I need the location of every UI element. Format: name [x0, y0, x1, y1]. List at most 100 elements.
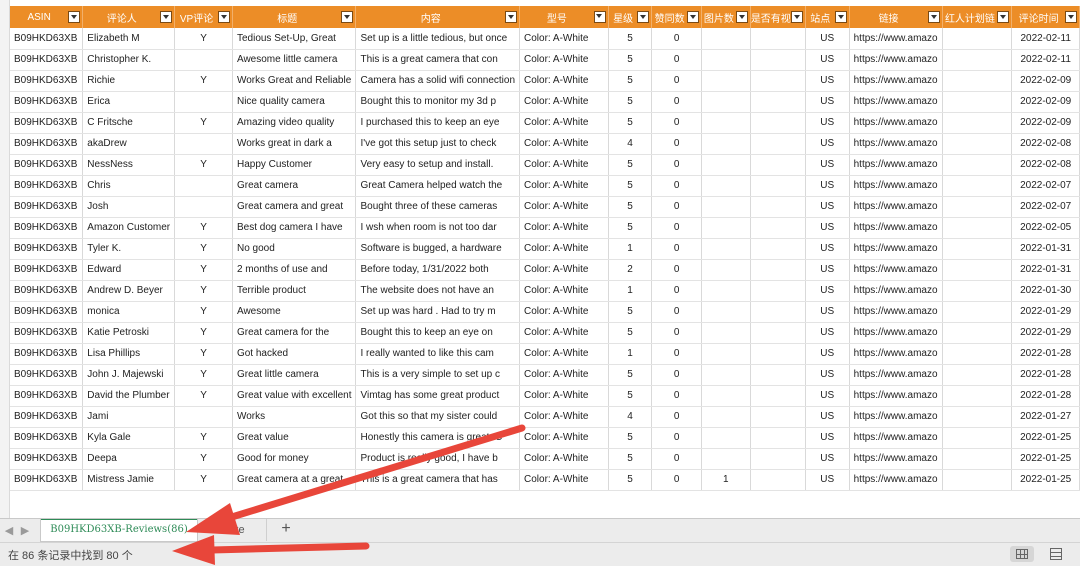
table-cell[interactable]: B09HKD63XB	[10, 70, 84, 92]
table-cell[interactable]: 0	[651, 28, 702, 50]
table-cell[interactable]	[174, 133, 233, 155]
table-cell[interactable]: B09HKD63XB	[10, 448, 84, 470]
table-cell[interactable]: Color: A-White	[519, 385, 609, 407]
table-cell[interactable]: Color: A-White	[519, 427, 609, 449]
table-cell[interactable]	[750, 28, 806, 50]
table-cell[interactable]: 5	[608, 469, 653, 491]
table-cell[interactable]	[942, 133, 1013, 155]
table-cell[interactable]	[942, 343, 1013, 365]
table-cell[interactable]: US	[805, 427, 850, 449]
filter-dropdown-icon[interactable]	[160, 11, 173, 23]
table-cell[interactable]	[750, 154, 806, 176]
table-cell[interactable]: 2022-02-09	[1011, 70, 1080, 92]
table-cell[interactable]: Y	[174, 322, 233, 344]
table-cell[interactable]: B09HKD63XB	[10, 175, 84, 197]
table-cell[interactable]	[942, 322, 1013, 344]
table-cell[interactable]: 2022-02-08	[1011, 154, 1080, 176]
table-cell[interactable]: B09HKD63XB	[10, 217, 84, 239]
table-cell[interactable]	[942, 28, 1013, 50]
table-cell[interactable]: Y	[174, 427, 233, 449]
table-cell[interactable]: Color: A-White	[519, 133, 609, 155]
column-header[interactable]: 站点	[805, 6, 850, 28]
table-cell[interactable]: 5	[608, 301, 653, 323]
table-cell[interactable]: Great camera at a great	[232, 469, 357, 491]
column-header[interactable]: 链接	[849, 6, 943, 28]
table-cell[interactable]: Y	[174, 238, 233, 260]
table-cell[interactable]	[942, 154, 1013, 176]
column-header[interactable]: ASIN	[10, 6, 84, 28]
table-cell[interactable]: Color: A-White	[519, 70, 609, 92]
filter-dropdown-icon[interactable]	[1065, 11, 1077, 23]
table-cell[interactable]: This is a great camera that con	[355, 49, 521, 71]
table-cell[interactable]: monica	[82, 301, 176, 323]
filter-active-icon[interactable]	[593, 11, 606, 23]
table-cell[interactable]: B09HKD63XB	[10, 406, 84, 428]
spreadsheet-grid[interactable]: ASIN 评论人 VP评论 标题 内容 型号 星级 赞同数 图片数 是否有视 站点 链接 红人计划链 评论…	[0, 0, 1080, 518]
table-cell[interactable]	[701, 175, 751, 197]
table-cell[interactable]: US	[805, 238, 850, 260]
table-cell[interactable]: 5	[608, 175, 653, 197]
table-cell[interactable]: https://www.amazo	[849, 427, 943, 449]
table-cell[interactable]: Camera has a solid wifi connection	[355, 70, 521, 92]
table-cell[interactable]	[750, 49, 806, 71]
table-cell[interactable]: Kyla Gale	[82, 427, 176, 449]
table-cell[interactable]	[942, 469, 1013, 491]
table-cell[interactable]	[750, 322, 806, 344]
table-cell[interactable]: Y	[174, 280, 233, 302]
table-cell[interactable]	[750, 364, 806, 386]
table-cell[interactable]: Color: A-White	[519, 154, 609, 176]
table-cell[interactable]: Bought three of these cameras	[355, 196, 521, 218]
table-cell[interactable]: 0	[651, 280, 702, 302]
table-cell[interactable]	[942, 385, 1013, 407]
table-cell[interactable]	[750, 280, 806, 302]
table-cell[interactable]: Amazing video quality	[232, 112, 357, 134]
table-cell[interactable]: This is a very simple to set up c	[355, 364, 521, 386]
table-cell[interactable]: 2022-02-07	[1011, 196, 1080, 218]
table-cell[interactable]: 4	[608, 406, 653, 428]
table-cell[interactable]: 0	[651, 448, 702, 470]
table-cell[interactable]	[701, 301, 751, 323]
table-cell[interactable]: B09HKD63XB	[10, 196, 84, 218]
table-cell[interactable]	[701, 238, 751, 260]
table-cell[interactable]: Y	[174, 364, 233, 386]
table-cell[interactable]: Great value	[232, 427, 357, 449]
table-cell[interactable]	[750, 175, 806, 197]
table-cell[interactable]: Y	[174, 112, 233, 134]
table-cell[interactable]: 0	[651, 322, 702, 344]
table-cell[interactable]: Color: A-White	[519, 217, 609, 239]
table-cell[interactable]: https://www.amazo	[849, 322, 943, 344]
row-gutter[interactable]	[0, 0, 10, 518]
column-header[interactable]: 赞同数	[651, 6, 702, 28]
table-cell[interactable]: https://www.amazo	[849, 112, 943, 134]
table-cell[interactable]: https://www.amazo	[849, 469, 943, 491]
table-cell[interactable]: Color: A-White	[519, 364, 609, 386]
table-cell[interactable]: 0	[651, 196, 702, 218]
table-cell[interactable]: 1	[701, 469, 751, 491]
column-header[interactable]: 标题	[232, 6, 357, 28]
table-cell[interactable]: Y	[174, 448, 233, 470]
table-cell[interactable]: This is a great camera that has	[355, 469, 521, 491]
table-cell[interactable]	[701, 364, 751, 386]
table-cell[interactable]: Works Great and Reliable	[232, 70, 357, 92]
table-cell[interactable]	[174, 91, 233, 113]
table-cell[interactable]: 2022-01-29	[1011, 322, 1080, 344]
table-cell[interactable]	[942, 217, 1013, 239]
table-cell[interactable]: Works	[232, 406, 357, 428]
table-cell[interactable]	[942, 175, 1013, 197]
table-cell[interactable]	[750, 259, 806, 281]
table-cell[interactable]	[701, 280, 751, 302]
table-cell[interactable]: Color: A-White	[519, 196, 609, 218]
table-cell[interactable]: Happy Customer	[232, 154, 357, 176]
table-cell[interactable]: akaDrew	[82, 133, 176, 155]
table-cell[interactable]: 2022-01-29	[1011, 301, 1080, 323]
table-cell[interactable]: Y	[174, 301, 233, 323]
table-cell[interactable]: Y	[174, 70, 233, 92]
table-cell[interactable]: Josh	[82, 196, 176, 218]
table-cell[interactable]: https://www.amazo	[849, 154, 943, 176]
table-cell[interactable]	[942, 112, 1013, 134]
filter-dropdown-icon[interactable]	[927, 11, 940, 23]
table-cell[interactable]: B09HKD63XB	[10, 49, 84, 71]
table-cell[interactable]: Vimtag has some great product	[355, 385, 521, 407]
table-cell[interactable]: 1	[608, 238, 653, 260]
table-cell[interactable]	[701, 49, 751, 71]
